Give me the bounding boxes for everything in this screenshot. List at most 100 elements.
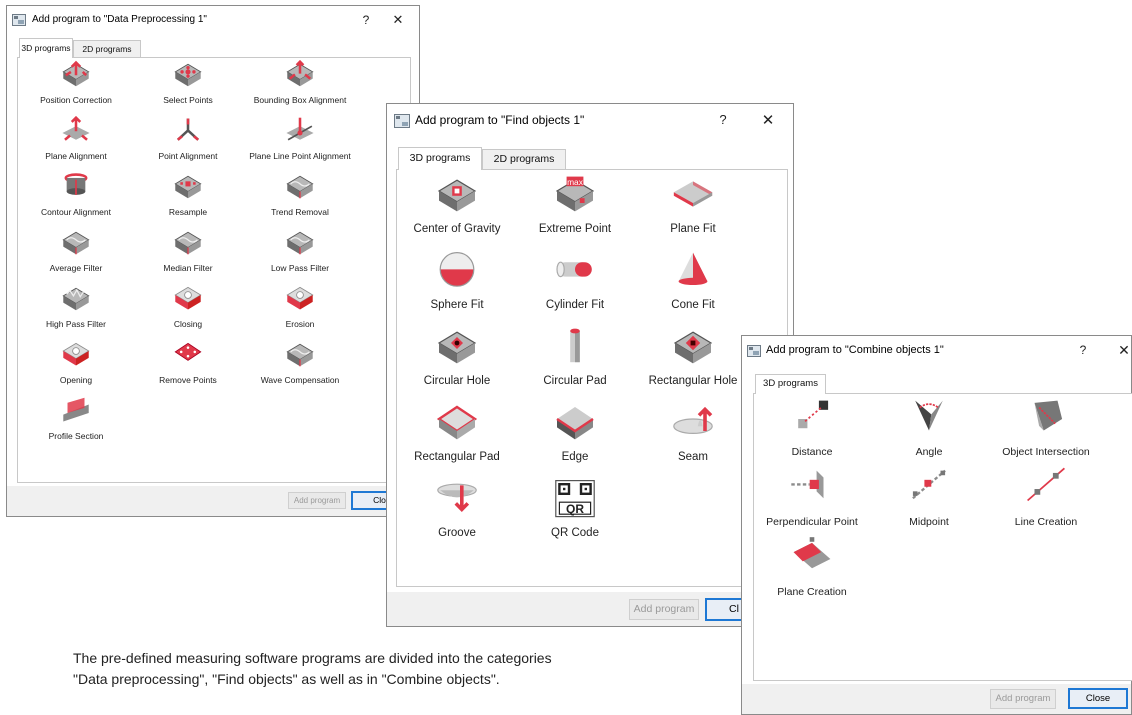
distance-icon <box>798 400 829 429</box>
dialog-footer: Add program Close <box>742 684 1131 714</box>
program-item[interactable]: Trend Removal <box>245 172 355 217</box>
groove-icon <box>437 483 477 512</box>
dialog-data-preprocessing: Add program to "Data Preprocessing 1" ? … <box>6 5 420 517</box>
program-label: Sphere Fit <box>430 299 484 311</box>
close-icon[interactable]: ✕ <box>759 111 777 129</box>
opening-icon <box>62 342 90 366</box>
remove-points-icon <box>174 342 202 361</box>
program-item[interactable]: Cone Fit <box>635 250 751 311</box>
resample-icon <box>174 175 202 199</box>
program-item[interactable]: max Extreme Point <box>517 174 633 235</box>
programs-panel: Center of Gravity max Extreme Point Plane … <box>396 169 788 587</box>
program-label: Point Alignment <box>158 151 218 161</box>
add-program-button[interactable]: Add program <box>990 689 1056 709</box>
extreme-point-icon: max <box>555 176 595 212</box>
program-item[interactable]: Plane Alignment <box>21 116 131 161</box>
program-item[interactable]: Remove Points <box>133 340 243 385</box>
center-of-gravity-icon <box>437 179 477 212</box>
program-item[interactable]: Opening <box>21 340 131 385</box>
close-icon[interactable]: ✕ <box>1116 342 1132 359</box>
program-label: High Pass Filter <box>46 319 106 329</box>
tab-2d-programs[interactable]: 2D programs <box>482 149 566 170</box>
program-item[interactable]: Point Alignment <box>133 116 243 161</box>
program-item[interactable]: Contour Alignment <box>21 172 131 217</box>
tab-3d-programs[interactable]: 3D programs <box>398 147 482 170</box>
select-points-icon <box>174 63 202 87</box>
program-label: Perpendicular Point <box>766 516 858 528</box>
close-icon[interactable]: ✕ <box>390 12 406 28</box>
program-item[interactable]: Circular Hole <box>399 326 515 387</box>
program-item[interactable]: Position Correction <box>21 60 131 105</box>
program-item[interactable]: Rectangular Hole <box>635 326 751 387</box>
program-item[interactable]: Median Filter <box>133 228 243 273</box>
bounding-box-alignment-icon <box>286 60 314 87</box>
program-label: Resample <box>168 207 208 217</box>
program-label: Rectangular Hole <box>648 375 738 387</box>
plane-line-point-alignment-icon <box>286 117 314 141</box>
program-item[interactable]: Line Creation <box>988 466 1104 528</box>
circular-pad-icon <box>570 328 580 363</box>
close-button[interactable]: Close <box>1068 688 1128 709</box>
low-pass-filter-icon <box>286 231 314 255</box>
svg-text:QR: QR <box>566 502 584 516</box>
title-bar[interactable]: Add program to "Find objects 1" ? ✕ <box>387 104 793 138</box>
program-item[interactable]: Low Pass Filter <box>245 228 355 273</box>
program-item[interactable]: Seam <box>635 402 751 463</box>
program-item[interactable]: Plane Creation <box>754 536 870 598</box>
cylinder-fit-icon <box>556 261 592 278</box>
dialog-find-objects: Add program to "Find objects 1" ? ✕ 3D p… <box>386 103 794 627</box>
program-item[interactable]: Wave Compensation <box>245 340 355 385</box>
program-label: Cone Fit <box>671 299 715 311</box>
program-item[interactable]: Midpoint <box>871 466 987 528</box>
help-button[interactable]: ? <box>715 112 731 127</box>
program-label: Average Filter <box>49 263 103 273</box>
program-item[interactable]: Sphere Fit <box>399 250 515 311</box>
program-label: Plane Line Point Alignment <box>249 151 351 161</box>
program-item[interactable]: Groove <box>399 478 515 539</box>
program-label: Line Creation <box>1014 516 1078 528</box>
program-item[interactable]: QR QR Code <box>517 478 633 539</box>
line-creation-icon <box>1027 467 1065 502</box>
app-icon <box>394 114 410 128</box>
program-item[interactable]: Angle <box>871 396 987 458</box>
program-label: Midpoint <box>909 516 949 528</box>
add-program-button[interactable]: Add program <box>629 599 699 620</box>
program-item[interactable]: Center of Gravity <box>399 174 515 235</box>
program-item[interactable]: Plane Line Point Alignment <box>245 116 355 161</box>
program-item[interactable]: Distance <box>754 396 870 458</box>
program-item[interactable]: Rectangular Pad <box>399 402 515 463</box>
program-label: Cylinder Fit <box>545 299 605 311</box>
program-item[interactable]: Average Filter <box>21 228 131 273</box>
program-item[interactable]: Profile Section <box>21 396 131 441</box>
program-item[interactable]: Resample <box>133 172 243 217</box>
title-bar[interactable]: Add program to "Combine objects 1" ? ✕ <box>742 336 1131 366</box>
program-item[interactable]: Closing <box>133 284 243 329</box>
program-item[interactable]: Erosion <box>245 284 355 329</box>
program-item[interactable]: Plane Fit <box>635 174 751 235</box>
program-item[interactable]: Circular Pad <box>517 326 633 387</box>
program-item[interactable]: Perpendicular Point <box>754 466 870 528</box>
dialog-combine-objects: Add program to "Combine objects 1" ? ✕ 3… <box>741 335 1132 715</box>
caption-line-1: The pre-defined measuring software progr… <box>73 650 552 666</box>
program-item[interactable]: Object Intersection <box>988 396 1104 458</box>
program-label: Object Intersection <box>1002 446 1090 458</box>
program-label: Bounding Box Alignment <box>253 95 347 105</box>
tab-2d-programs[interactable]: 2D programs <box>73 40 141 58</box>
tab-3d-programs[interactable]: 3D programs <box>19 38 73 58</box>
program-item[interactable]: Cylinder Fit <box>517 250 633 311</box>
program-item[interactable]: Edge <box>517 402 633 463</box>
tab-3d-programs[interactable]: 3D programs <box>755 374 826 394</box>
program-item[interactable]: High Pass Filter <box>21 284 131 329</box>
title-bar[interactable]: Add program to "Data Preprocessing 1" ? … <box>7 6 419 34</box>
point-alignment-icon <box>176 118 200 141</box>
add-program-button[interactable]: Add program <box>288 492 346 509</box>
program-item[interactable]: Select Points <box>133 60 243 105</box>
svg-text:max: max <box>567 177 584 187</box>
help-button[interactable]: ? <box>359 13 373 27</box>
program-item[interactable]: Bounding Box Alignment <box>245 60 355 105</box>
program-label: Extreme Point <box>538 223 612 235</box>
plane-fit-icon <box>673 181 713 207</box>
help-button[interactable]: ? <box>1076 343 1090 357</box>
program-label: Position Correction <box>40 95 112 105</box>
dialog-title: Add program to "Find objects 1" <box>415 113 585 127</box>
